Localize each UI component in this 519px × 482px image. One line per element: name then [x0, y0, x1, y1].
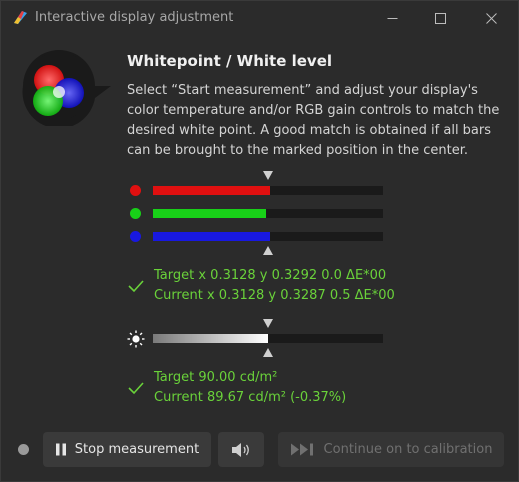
- brightness-icon: [127, 330, 145, 348]
- red-dot-icon: [130, 185, 141, 196]
- speaker-icon: [232, 442, 249, 457]
- rgb-circles-icon: [22, 50, 111, 126]
- red-bar-fill: [153, 186, 271, 195]
- whitepoint-check-icon: [128, 280, 144, 293]
- blue-dot-icon: [130, 231, 141, 242]
- close-icon: [485, 12, 497, 24]
- stop-measurement-button[interactable]: Stop measurement: [43, 432, 211, 467]
- app-icon: [14, 11, 27, 24]
- red-bar: [153, 186, 383, 195]
- luminance-bar: [153, 334, 383, 343]
- whitepoint-target: Target x 0.3128 y 0.3292 0.0 ΔE*00: [154, 268, 387, 283]
- continue-calibration-button[interactable]: Continue on to calibration: [278, 432, 504, 467]
- maximize-icon: [434, 12, 446, 24]
- whitepoint-current: Current x 0.3128 y 0.3287 0.5 ΔE*00: [154, 288, 395, 303]
- green-bar: [153, 209, 383, 218]
- status-indicator: [18, 444, 29, 455]
- luminance-current: Current 89.67 cd/m² (-0.37%): [154, 390, 347, 405]
- minimize-button[interactable]: [369, 1, 415, 35]
- skip-forward-icon: [290, 443, 316, 456]
- adjustment-window: Interactive display adjustment Whitepoin…: [0, 0, 519, 482]
- stop-measurement-label: Stop measurement: [74, 442, 200, 457]
- green-bar-fill: [153, 209, 266, 218]
- instructions-text: Select “Start measurement” and adjust yo…: [127, 83, 500, 158]
- sound-toggle-button[interactable]: [218, 432, 264, 467]
- title-bar: Interactive display adjustment: [1, 1, 519, 35]
- continue-calibration-label: Continue on to calibration: [323, 442, 493, 457]
- luminance-check-icon: [128, 382, 144, 395]
- minimize-icon: [387, 17, 397, 19]
- blue-bar: [153, 232, 383, 241]
- luminance-target: Target 90.00 cd/m²: [154, 370, 278, 385]
- luminance-marker-top: [263, 319, 273, 328]
- blue-bar-fill: [153, 232, 271, 241]
- section-heading: Whitepoint / White level: [127, 52, 333, 70]
- center-marker-top: [263, 171, 273, 180]
- luminance-bar-fill: [153, 334, 268, 343]
- center-marker-bottom: [263, 246, 273, 255]
- window-title: Interactive display adjustment: [35, 10, 234, 25]
- close-button[interactable]: [468, 1, 514, 35]
- luminance-marker-bottom: [263, 348, 273, 357]
- pause-icon: [55, 443, 67, 456]
- maximize-button[interactable]: [417, 1, 463, 35]
- green-dot-icon: [130, 208, 141, 219]
